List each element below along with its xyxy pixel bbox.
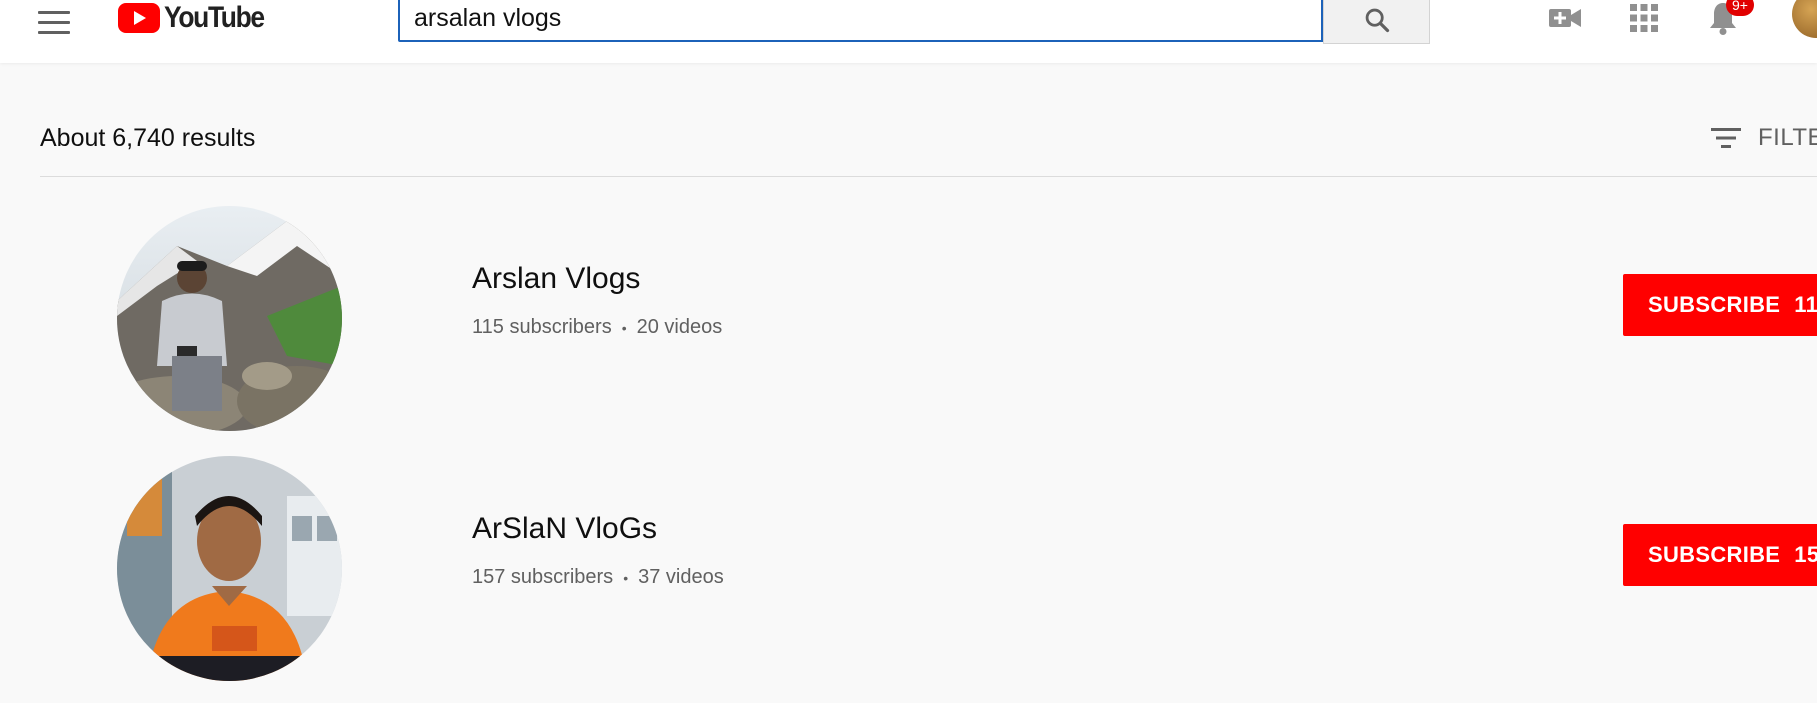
subscribe-count: 157 [1794, 542, 1817, 567]
apps-grid-icon [1630, 4, 1658, 32]
subscriber-count: 157 subscribers [472, 566, 614, 588]
subscribe-label: SUBSCRIBE [1648, 542, 1781, 567]
account-avatar[interactable] [1792, 0, 1817, 38]
channel-name[interactable]: ArSlaN VloGs [472, 512, 657, 546]
filter-label: FILTER [1758, 124, 1817, 151]
channel-meta: 115 subscribers • 20 videos [472, 316, 722, 339]
create-video-icon [1549, 9, 1581, 27]
menu-icon[interactable] [38, 4, 82, 40]
notifications-badge: 9+ [1726, 0, 1754, 16]
filter-icon [1711, 128, 1741, 148]
subscribe-count: 115 [1794, 292, 1817, 317]
results-count: About 6,740 results [40, 124, 256, 152]
subscriber-count: 115 subscribers [472, 316, 612, 338]
channel-avatar[interactable] [117, 206, 342, 431]
subscribe-label: SUBSCRIBE [1648, 292, 1781, 317]
search-icon [1365, 8, 1389, 33]
channel-name[interactable]: Arslan Vlogs [472, 262, 640, 296]
channel-result: Arslan Vlogs 115 subscribers • 20 videos… [0, 200, 1817, 431]
subscribe-button[interactable]: SUBSCRIBE 115 [1623, 274, 1817, 336]
masthead: YouTube arsalan vlogs 9+ [0, 0, 1817, 63]
search-button[interactable] [1323, 0, 1430, 44]
channel-meta: 157 subscribers • 37 videos [472, 566, 724, 589]
video-count: 37 videos [638, 566, 724, 588]
youtube-logo-icon [118, 3, 160, 33]
separator-dot: • [621, 319, 627, 336]
channel-avatar[interactable] [117, 456, 342, 681]
results-divider [40, 176, 1817, 177]
search-box[interactable] [398, 0, 1323, 42]
youtube-logo[interactable]: YouTube [118, 0, 277, 36]
logo-wordmark: YouTube [164, 1, 265, 34]
video-count: 20 videos [636, 316, 723, 338]
filter-button[interactable]: FILTER [1710, 124, 1817, 152]
search-input[interactable] [414, 2, 1294, 34]
create-video-button[interactable] [1545, 0, 1585, 36]
separator-dot: • [623, 569, 629, 586]
apps-button[interactable] [1624, 0, 1664, 36]
channel-result: ArSlaN VloGs 157 subscribers • 37 videos… [0, 450, 1817, 681]
subscribe-button[interactable]: SUBSCRIBE 157 [1623, 524, 1817, 586]
